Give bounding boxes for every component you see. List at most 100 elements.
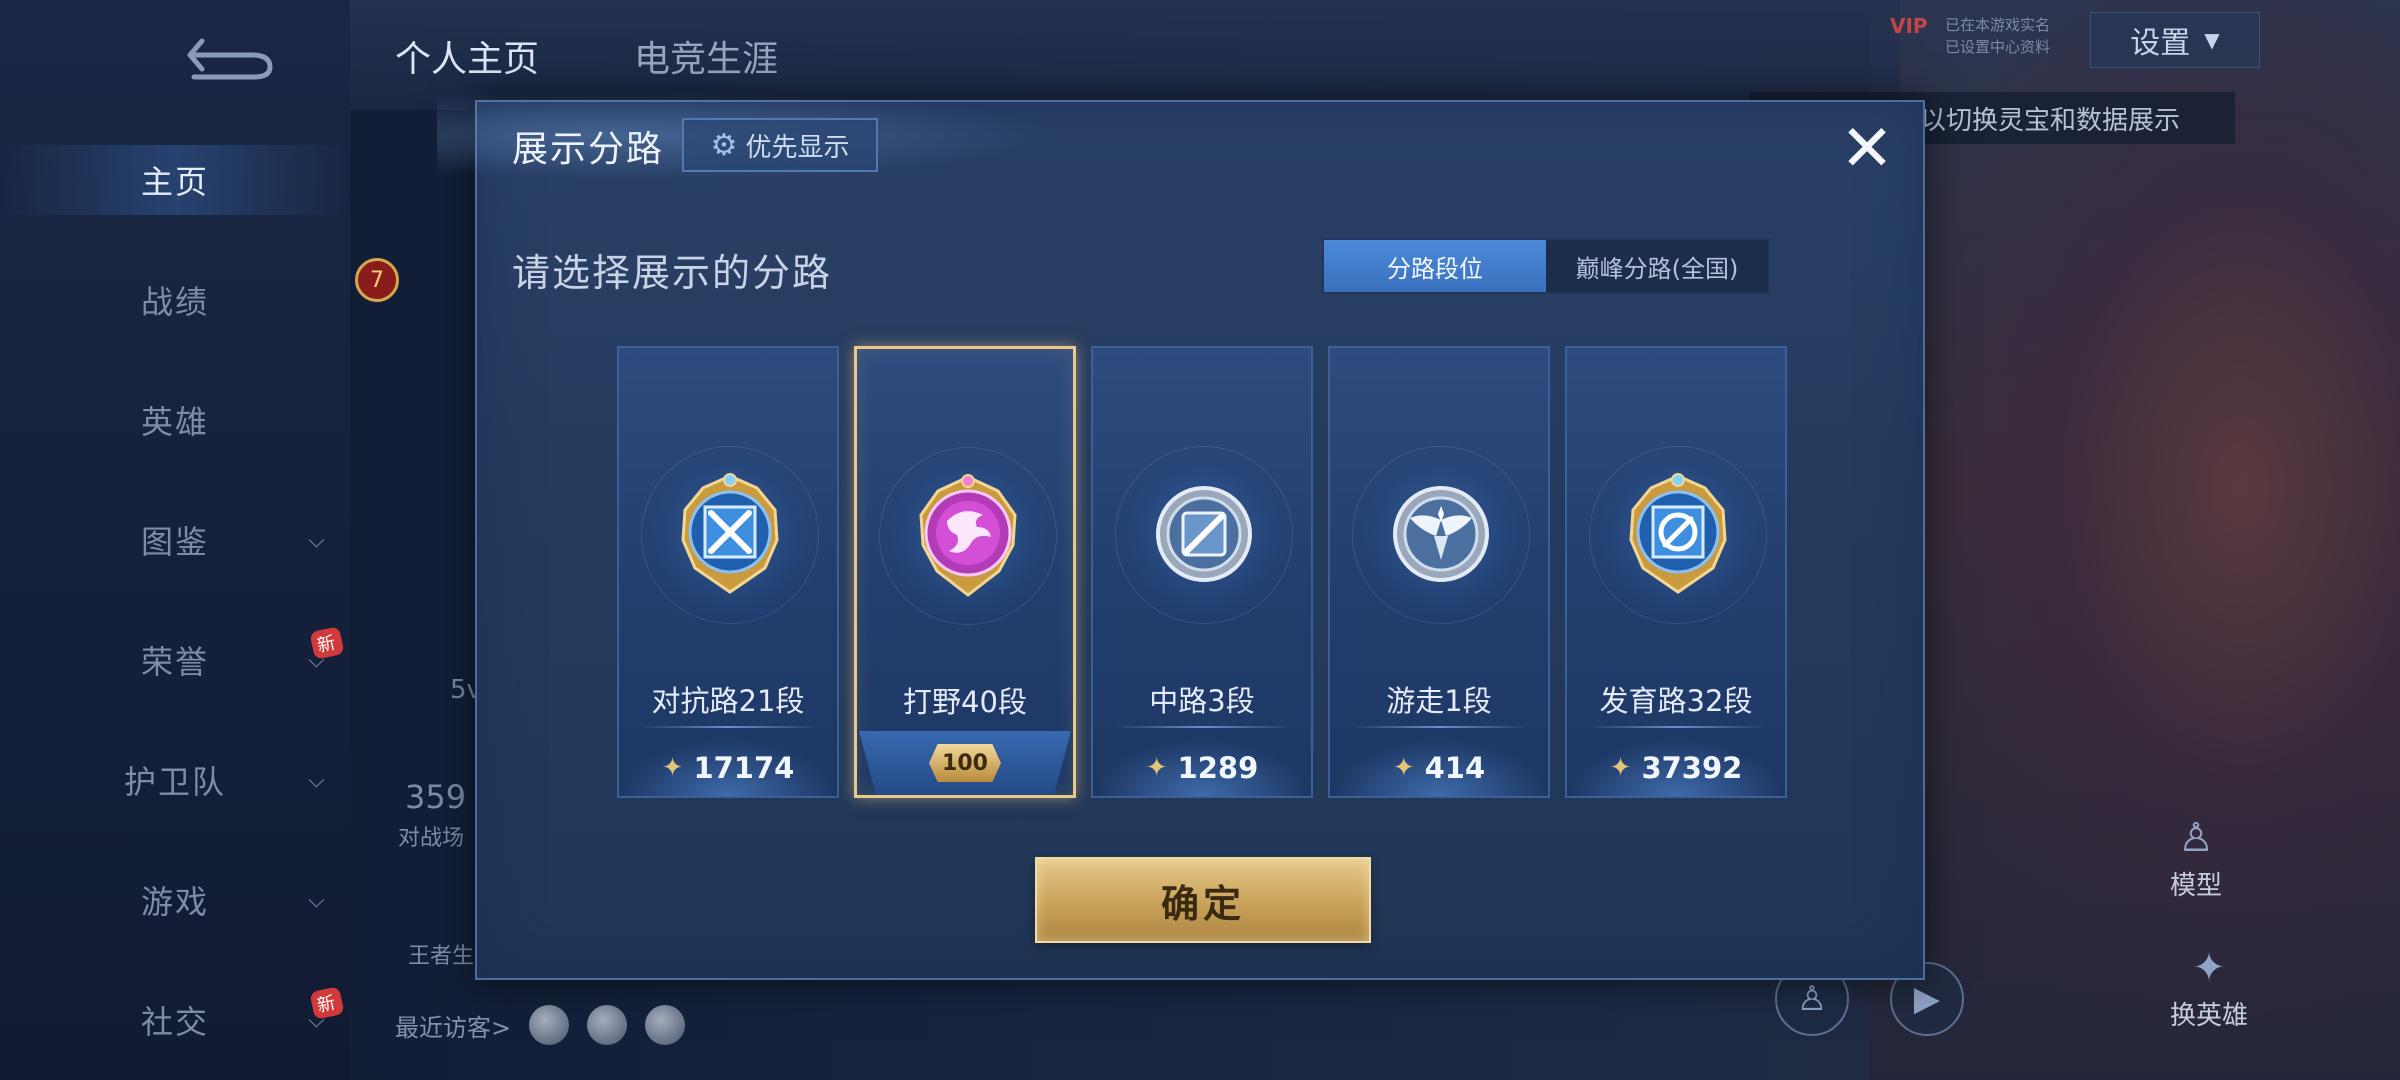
sidebar-item-honor[interactable]: 荣誉 ⌵ 新 [0, 625, 350, 695]
lane-label: 打野40段 [903, 685, 1027, 719]
chevron-down-icon: ⌵ [308, 887, 327, 913]
tab-esports[interactable]: 电竞生涯 [634, 30, 778, 82]
new-badge: 新 [309, 626, 345, 660]
sidebar-item-label: 游戏 [140, 883, 209, 921]
confirm-label: 确定 [1160, 881, 1245, 926]
lane-score: ✦ 37392 [1567, 740, 1785, 796]
recent-visitors[interactable]: 最近访客> [395, 1005, 686, 1045]
close-icon: ✕ [1840, 112, 1894, 186]
vip-status-line: 已在本游戏实名 [1945, 16, 2051, 34]
level-badge: 7 [355, 258, 399, 302]
roam-wings-emblem-icon [1393, 486, 1489, 582]
chevron-down-icon: ⌵ [308, 527, 327, 553]
sidebar-item-record[interactable]: 战绩 [0, 265, 350, 335]
lane-cards: 对抗路21段 ✦ 17174 打野40段 100 中路3段 ✦ 1289 游走1… [617, 346, 1787, 798]
new-badge: 新 [309, 986, 345, 1020]
sidebar-item-social[interactable]: 社交 ⌵ 新 [0, 985, 350, 1055]
sidebar-item-label: 图鉴 [140, 523, 209, 561]
recent-visitors-label: 最近访客> [395, 1013, 512, 1042]
sidebar: 主页 战绩 英雄 图鉴 ⌵ 荣誉 ⌵ 新 护卫队 ⌵ 游戏 ⌵ 社交 ⌵ 新 [0, 0, 350, 1080]
jungle-dragon-emblem-icon [919, 474, 1017, 597]
farm-lane-emblem-icon [1629, 473, 1727, 594]
lane-card-mid[interactable]: 中路3段 ✦ 1289 [1091, 346, 1313, 798]
lane-score: ✦ 1289 [1093, 740, 1311, 796]
confirm-button[interactable]: 确定 [1035, 857, 1371, 943]
rank-badge: 100 [929, 744, 1001, 782]
divider [1587, 726, 1767, 728]
lane-mode-tabs: 分路段位 巅峰分路(全国) [1322, 238, 1770, 294]
score-icon: ✦ [1609, 753, 1632, 783]
tab-lane-rank[interactable]: 分路段位 [1324, 240, 1546, 292]
gear-icon: ⚙ [710, 127, 738, 163]
sidebar-item-heroes[interactable]: 英雄 [0, 385, 350, 455]
top-tabs: 个人主页 电竞生涯 [395, 30, 778, 82]
sidebar-item-label: 荣誉 [140, 643, 209, 681]
vip-status: 已在本游戏实名 已设置中心资料 [1945, 14, 2050, 58]
sidebar-item-label: 战绩 [140, 283, 209, 321]
score-icon: ✦ [1392, 753, 1415, 783]
divider [639, 726, 819, 728]
model-button[interactable]: ♙ 模型 [2170, 815, 2222, 902]
info-fragment: 王者生 [408, 944, 475, 969]
hint-text: 以切换灵宝和数据展示 [1920, 105, 2181, 136]
hero-background [1870, 0, 2400, 1080]
switch-hero-icon: ✦ [2192, 945, 2226, 991]
lane-card-clash[interactable]: 对抗路21段 ✦ 17174 [617, 346, 839, 798]
visitor-avatar[interactable] [645, 1005, 686, 1045]
priority-display-label: 优先显示 [745, 132, 850, 163]
model-label: 模型 [2170, 871, 2223, 901]
visitor-avatar[interactable] [529, 1005, 570, 1045]
lane-score-value: 414 [1424, 751, 1486, 785]
pose-icon: ♙ [1796, 979, 1828, 1019]
lane-score-value: 17174 [693, 751, 795, 785]
mid-lane-emblem-icon [1156, 486, 1252, 582]
sidebar-item-label: 英雄 [140, 403, 209, 441]
lane-score-value: 1289 [1177, 751, 1259, 785]
rank-value: 100 [942, 750, 988, 776]
vip-status-line: 已设置中心资料 [1945, 38, 2051, 56]
rank-banner: 100 [859, 731, 1071, 795]
lane-label: 对抗路21段 [651, 684, 805, 718]
lane-label: 发育路32段 [1599, 684, 1753, 718]
score-icon: ✦ [1145, 753, 1168, 783]
sidebar-item-label: 护卫队 [123, 763, 226, 801]
lane-score-value: 37392 [1641, 751, 1743, 785]
lane-card-farm[interactable]: 发育路32段 ✦ 37392 [1565, 346, 1787, 798]
lane-score: ✦ 414 [1330, 740, 1548, 796]
close-button[interactable]: ✕ [1832, 112, 1902, 186]
lane-label: 游走1段 [1386, 684, 1492, 718]
divider [1350, 726, 1530, 728]
sidebar-item-gallery[interactable]: 图鉴 ⌵ [0, 505, 350, 575]
settings-label: 设置 [2130, 26, 2191, 61]
back-button[interactable] [180, 30, 280, 84]
sidebar-item-label: 社交 [140, 1003, 209, 1041]
sidebar-item-label: 主页 [140, 163, 209, 201]
sidebar-item-guard[interactable]: 护卫队 ⌵ [0, 745, 350, 815]
person-icon: ♙ [2178, 815, 2214, 861]
sidebar-item-home[interactable]: 主页 [0, 145, 350, 215]
lane-display-dialog: 展示分路 ⚙ 优先显示 ✕ 请选择展示的分路 分路段位 巅峰分路(全国) 对抗路… [437, 90, 1925, 980]
priority-display-button[interactable]: ⚙ 优先显示 [682, 118, 878, 172]
clash-lane-emblem-icon [681, 473, 779, 594]
lane-card-jungle[interactable]: 打野40段 100 [854, 346, 1076, 798]
chevron-down-icon: ▼ [2204, 28, 2220, 52]
divider [1113, 726, 1293, 728]
tab-peak-lane-national[interactable]: 巅峰分路(全国) [1546, 240, 1768, 292]
play-icon: ▶ [1913, 979, 1941, 1019]
dialog-subtitle: 请选择展示的分路 [512, 251, 833, 295]
switch-hero-label: 换英雄 [2170, 1001, 2249, 1031]
vip-badge: VIP [1890, 14, 1928, 38]
lane-card-roam[interactable]: 游走1段 ✦ 414 [1328, 346, 1550, 798]
info-fragment: 对战场 [398, 826, 465, 851]
visitor-avatar[interactable] [587, 1005, 628, 1045]
score-icon: ✦ [661, 753, 684, 783]
settings-button[interactable]: 设置 ▼ [2090, 12, 2260, 68]
tab-profile[interactable]: 个人主页 [395, 30, 539, 82]
sidebar-item-game[interactable]: 游戏 ⌵ [0, 865, 350, 935]
info-fragment: 359 [405, 778, 467, 816]
switch-hero-button[interactable]: ✦ 换英雄 [2170, 945, 2248, 1032]
back-arrow-icon [187, 38, 273, 80]
dialog-title: 展示分路 [512, 129, 665, 170]
lane-score: ✦ 17174 [619, 740, 837, 796]
chevron-down-icon: ⌵ [308, 767, 327, 793]
